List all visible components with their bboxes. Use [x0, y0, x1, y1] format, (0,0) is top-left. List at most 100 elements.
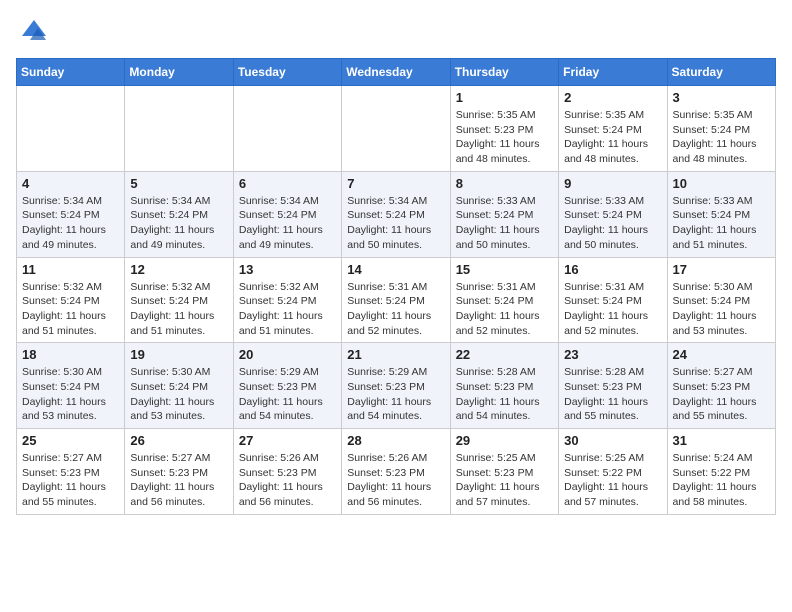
day-info: Sunrise: 5:30 AM Sunset: 5:24 PM Dayligh… — [22, 365, 119, 424]
day-number: 30 — [564, 433, 661, 448]
calendar-week-2: 4 Sunrise: 5:34 AM Sunset: 5:24 PM Daylig… — [17, 171, 776, 257]
day-number: 15 — [456, 262, 553, 277]
day-info: Sunrise: 5:27 AM Sunset: 5:23 PM Dayligh… — [130, 451, 227, 510]
calendar-cell — [125, 86, 233, 172]
day-info: Sunrise: 5:24 AM Sunset: 5:22 PM Dayligh… — [673, 451, 770, 510]
calendar-week-1: 1 Sunrise: 5:35 AM Sunset: 5:23 PM Daylig… — [17, 86, 776, 172]
day-info: Sunrise: 5:34 AM Sunset: 5:24 PM Dayligh… — [22, 194, 119, 253]
calendar-table: SundayMondayTuesdayWednesdayThursdayFrid… — [16, 58, 776, 515]
calendar-cell: 16 Sunrise: 5:31 AM Sunset: 5:24 PM Dayli… — [559, 257, 667, 343]
weekday-header-saturday: Saturday — [667, 59, 775, 86]
calendar-cell: 26 Sunrise: 5:27 AM Sunset: 5:23 PM Dayli… — [125, 429, 233, 515]
weekday-header-wednesday: Wednesday — [342, 59, 450, 86]
day-number: 6 — [239, 176, 336, 191]
day-info: Sunrise: 5:29 AM Sunset: 5:23 PM Dayligh… — [239, 365, 336, 424]
day-info: Sunrise: 5:35 AM Sunset: 5:23 PM Dayligh… — [456, 108, 553, 167]
day-info: Sunrise: 5:27 AM Sunset: 5:23 PM Dayligh… — [673, 365, 770, 424]
calendar-cell: 1 Sunrise: 5:35 AM Sunset: 5:23 PM Daylig… — [450, 86, 558, 172]
day-number: 26 — [130, 433, 227, 448]
calendar-cell: 29 Sunrise: 5:25 AM Sunset: 5:23 PM Dayli… — [450, 429, 558, 515]
day-number: 22 — [456, 347, 553, 362]
day-number: 7 — [347, 176, 444, 191]
day-info: Sunrise: 5:26 AM Sunset: 5:23 PM Dayligh… — [239, 451, 336, 510]
day-info: Sunrise: 5:27 AM Sunset: 5:23 PM Dayligh… — [22, 451, 119, 510]
calendar-cell: 14 Sunrise: 5:31 AM Sunset: 5:24 PM Dayli… — [342, 257, 450, 343]
day-info: Sunrise: 5:32 AM Sunset: 5:24 PM Dayligh… — [130, 280, 227, 339]
day-info: Sunrise: 5:32 AM Sunset: 5:24 PM Dayligh… — [239, 280, 336, 339]
day-number: 29 — [456, 433, 553, 448]
day-number: 20 — [239, 347, 336, 362]
calendar-week-5: 25 Sunrise: 5:27 AM Sunset: 5:23 PM Dayli… — [17, 429, 776, 515]
day-number: 24 — [673, 347, 770, 362]
weekday-header-friday: Friday — [559, 59, 667, 86]
day-number: 2 — [564, 90, 661, 105]
day-number: 21 — [347, 347, 444, 362]
calendar-cell: 24 Sunrise: 5:27 AM Sunset: 5:23 PM Dayli… — [667, 343, 775, 429]
weekday-header-sunday: Sunday — [17, 59, 125, 86]
day-info: Sunrise: 5:35 AM Sunset: 5:24 PM Dayligh… — [564, 108, 661, 167]
day-number: 31 — [673, 433, 770, 448]
day-number: 13 — [239, 262, 336, 277]
day-number: 23 — [564, 347, 661, 362]
day-number: 10 — [673, 176, 770, 191]
day-info: Sunrise: 5:35 AM Sunset: 5:24 PM Dayligh… — [673, 108, 770, 167]
day-number: 27 — [239, 433, 336, 448]
day-number: 18 — [22, 347, 119, 362]
calendar-cell: 12 Sunrise: 5:32 AM Sunset: 5:24 PM Dayli… — [125, 257, 233, 343]
day-info: Sunrise: 5:28 AM Sunset: 5:23 PM Dayligh… — [456, 365, 553, 424]
calendar-cell: 22 Sunrise: 5:28 AM Sunset: 5:23 PM Dayli… — [450, 343, 558, 429]
calendar-cell: 18 Sunrise: 5:30 AM Sunset: 5:24 PM Dayli… — [17, 343, 125, 429]
day-number: 14 — [347, 262, 444, 277]
calendar-cell: 31 Sunrise: 5:24 AM Sunset: 5:22 PM Dayli… — [667, 429, 775, 515]
day-number: 16 — [564, 262, 661, 277]
day-info: Sunrise: 5:33 AM Sunset: 5:24 PM Dayligh… — [564, 194, 661, 253]
weekday-header-monday: Monday — [125, 59, 233, 86]
day-number: 17 — [673, 262, 770, 277]
calendar-cell: 20 Sunrise: 5:29 AM Sunset: 5:23 PM Dayli… — [233, 343, 341, 429]
day-number: 4 — [22, 176, 119, 191]
calendar-cell: 11Sunrise: 5:32 AM Sunset: 5:24 PM Dayli… — [17, 257, 125, 343]
calendar-cell: 5 Sunrise: 5:34 AM Sunset: 5:24 PM Daylig… — [125, 171, 233, 257]
day-number: 5 — [130, 176, 227, 191]
calendar-header-row: SundayMondayTuesdayWednesdayThursdayFrid… — [17, 59, 776, 86]
calendar-cell — [233, 86, 341, 172]
calendar-week-4: 18 Sunrise: 5:30 AM Sunset: 5:24 PM Dayli… — [17, 343, 776, 429]
calendar-cell: 28Sunrise: 5:26 AM Sunset: 5:23 PM Dayli… — [342, 429, 450, 515]
day-number: 3 — [673, 90, 770, 105]
calendar-cell: 27 Sunrise: 5:26 AM Sunset: 5:23 PM Dayli… — [233, 429, 341, 515]
calendar-cell: 21 Sunrise: 5:29 AM Sunset: 5:23 PM Dayli… — [342, 343, 450, 429]
logo-icon — [16, 16, 48, 48]
day-number: 9 — [564, 176, 661, 191]
calendar-cell: 10Sunrise: 5:33 AM Sunset: 5:24 PM Dayli… — [667, 171, 775, 257]
day-info: Sunrise: 5:26 AM Sunset: 5:23 PM Dayligh… — [347, 451, 444, 510]
calendar-cell: 4 Sunrise: 5:34 AM Sunset: 5:24 PM Daylig… — [17, 171, 125, 257]
day-info: Sunrise: 5:28 AM Sunset: 5:23 PM Dayligh… — [564, 365, 661, 424]
calendar-cell: 3 Sunrise: 5:35 AM Sunset: 5:24 PM Daylig… — [667, 86, 775, 172]
weekday-header-tuesday: Tuesday — [233, 59, 341, 86]
calendar-cell: 7 Sunrise: 5:34 AM Sunset: 5:24 PM Daylig… — [342, 171, 450, 257]
calendar-cell: 2 Sunrise: 5:35 AM Sunset: 5:24 PM Daylig… — [559, 86, 667, 172]
day-info: Sunrise: 5:30 AM Sunset: 5:24 PM Dayligh… — [130, 365, 227, 424]
day-number: 12 — [130, 262, 227, 277]
day-info: Sunrise: 5:34 AM Sunset: 5:24 PM Dayligh… — [130, 194, 227, 253]
calendar-cell: 30 Sunrise: 5:25 AM Sunset: 5:22 PM Dayli… — [559, 429, 667, 515]
day-number: 25 — [22, 433, 119, 448]
day-info: Sunrise: 5:29 AM Sunset: 5:23 PM Dayligh… — [347, 365, 444, 424]
day-info: Sunrise: 5:25 AM Sunset: 5:23 PM Dayligh… — [456, 451, 553, 510]
day-number: 11 — [22, 262, 119, 277]
calendar-cell: 9 Sunrise: 5:33 AM Sunset: 5:24 PM Daylig… — [559, 171, 667, 257]
day-number: 19 — [130, 347, 227, 362]
day-number: 1 — [456, 90, 553, 105]
calendar-cell: 15Sunrise: 5:31 AM Sunset: 5:24 PM Dayli… — [450, 257, 558, 343]
calendar-cell: 13 Sunrise: 5:32 AM Sunset: 5:24 PM Dayli… — [233, 257, 341, 343]
calendar-cell: 17Sunrise: 5:30 AM Sunset: 5:24 PM Dayli… — [667, 257, 775, 343]
day-info: Sunrise: 5:34 AM Sunset: 5:24 PM Dayligh… — [347, 194, 444, 253]
calendar-cell — [342, 86, 450, 172]
calendar-cell: 23 Sunrise: 5:28 AM Sunset: 5:23 PM Dayli… — [559, 343, 667, 429]
calendar-cell: 8Sunrise: 5:33 AM Sunset: 5:24 PM Daylig… — [450, 171, 558, 257]
day-info: Sunrise: 5:31 AM Sunset: 5:24 PM Dayligh… — [347, 280, 444, 339]
day-info: Sunrise: 5:31 AM Sunset: 5:24 PM Dayligh… — [564, 280, 661, 339]
day-info: Sunrise: 5:25 AM Sunset: 5:22 PM Dayligh… — [564, 451, 661, 510]
calendar-cell: 19 Sunrise: 5:30 AM Sunset: 5:24 PM Dayli… — [125, 343, 233, 429]
calendar-week-3: 11 Sunrise: 5:32 AM Sunset: 5:24 PM Dayli… — [17, 257, 776, 343]
